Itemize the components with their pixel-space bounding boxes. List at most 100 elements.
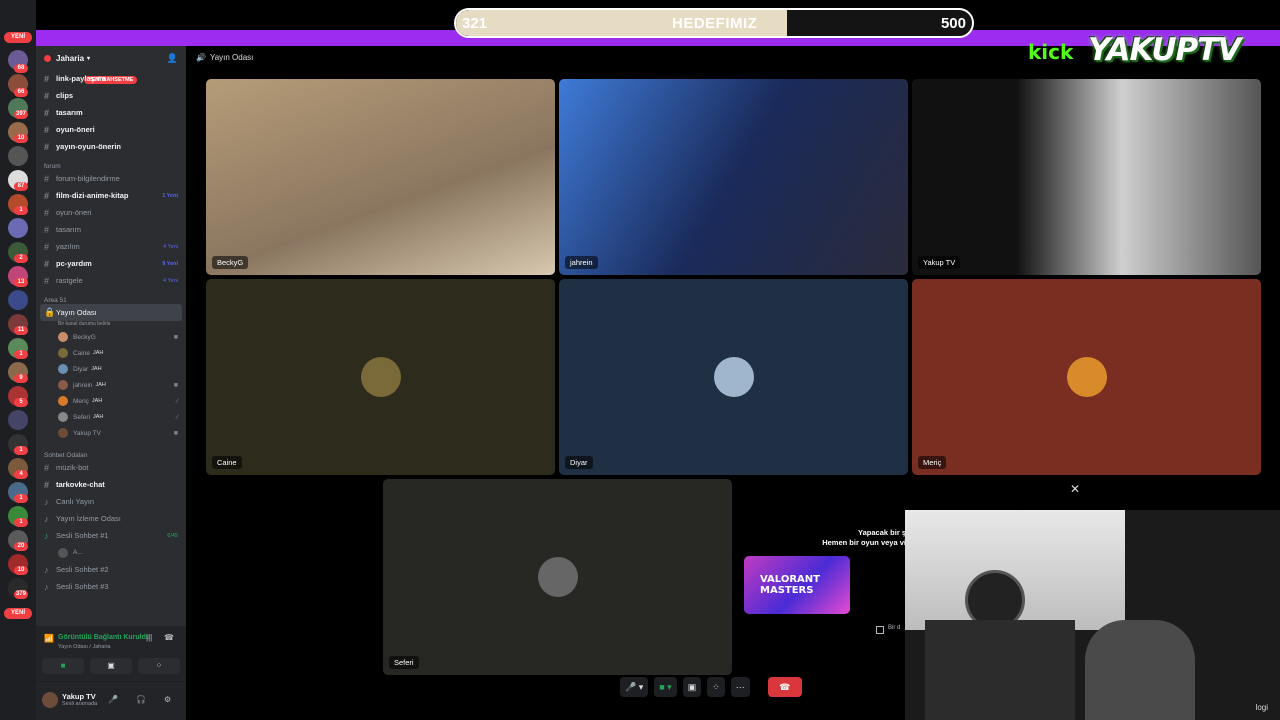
activity-button[interactable]: ⁘ <box>707 677 725 697</box>
unread-badge: 1 <box>14 350 28 359</box>
signal-icon[interactable]: 📶 <box>44 634 54 643</box>
member-name: Yakup TV <box>73 429 101 437</box>
server-header[interactable]: Jaharia ▾ 👤 <box>36 46 186 70</box>
channel-status[interactable]: Bir kanal durumu belirle <box>36 321 186 329</box>
server-icon[interactable] <box>8 290 28 310</box>
channel-tasarim-forum[interactable]: # tasarım <box>36 221 186 238</box>
add-user-icon[interactable]: 👤 <box>167 53 178 64</box>
valorant-promo-card[interactable]: VALORANT MASTERS <box>744 556 850 614</box>
avatar[interactable] <box>42 692 58 708</box>
voice-member[interactable]: Diyar JAH <box>36 361 186 377</box>
member-tag: JAH <box>91 366 102 372</box>
category-area51[interactable]: Area 51 <box>36 289 186 304</box>
dont-show-checkbox[interactable] <box>876 626 884 634</box>
channel-yayin-izleme[interactable]: ♪ Yayın İzleme Odası <box>36 510 186 527</box>
channel-film-dizi-anime-kitap[interactable]: # film-dizi-anime-kitap 1 Yeni <box>36 187 186 204</box>
channel-yazilim[interactable]: # yazılım 4 Yeni <box>36 238 186 255</box>
channel-label: pc-yardım <box>56 259 92 268</box>
call-title-text: Yayın Odası <box>209 53 254 62</box>
channel-sesli-sohbet-1[interactable]: ♪ Sesli Sohbet #1 6/45 <box>36 527 186 544</box>
disconnect-icon[interactable]: ☎ <box>164 633 174 642</box>
channel-yayin-odasi[interactable]: 🔒 Yayın Odası <box>40 304 182 321</box>
category-sohbet[interactable]: Sohbet Odaları <box>36 441 186 459</box>
new-pill-top[interactable]: YENİ <box>4 32 32 43</box>
channel-label: forum-bilgilendirme <box>56 174 120 183</box>
camera-icon: ■ <box>173 333 178 341</box>
hangup-button[interactable]: ☎ <box>767 677 802 697</box>
voice-location[interactable]: Yayın Odası / Jaharia <box>58 644 110 650</box>
headset-icon[interactable]: 🎧 <box>136 695 146 704</box>
unread-badge: 1 <box>14 494 28 503</box>
video-tile-beckyg[interactable]: BeckyG <box>206 79 555 275</box>
channel-rastgele[interactable]: # rastgele 4 Yeni <box>36 272 186 289</box>
channel-oyun-oneri[interactable]: # oyun-öneri <box>36 121 186 138</box>
goal-target: 500 <box>940 15 966 32</box>
channel-label: Sesli Sohbet #1 <box>56 531 109 540</box>
close-icon[interactable]: ✕ <box>1070 482 1080 496</box>
channel-oyun-oneri-forum[interactable]: # oyun-öneri <box>36 204 186 221</box>
mic-button[interactable]: 🎤 ▾ <box>620 677 649 697</box>
tile-label: Seferi <box>389 656 419 669</box>
video-tile-yakuptv[interactable]: Yakup TV <box>912 79 1261 275</box>
channel-forum-bilgilendirme[interactable]: # forum-bilgilendirme <box>36 170 186 187</box>
server-icon[interactable] <box>8 146 28 166</box>
channel-sesli-sohbet-2[interactable]: ♪ Sesli Sohbet #2 <box>36 561 186 578</box>
voice-member[interactable]: Meriç JAH ⁄ <box>36 393 186 409</box>
activity-button[interactable]: ⁘ <box>138 658 180 674</box>
screen-share-button[interactable]: ▣ <box>682 677 702 697</box>
member-name: jahrein <box>73 381 93 389</box>
goal-bar: 321 HEDEFIMIZ 500 <box>454 8 974 38</box>
new-count: 1 Yeni <box>162 192 178 199</box>
video-tile-seferi[interactable]: Seferi <box>383 479 732 675</box>
noise-icon[interactable]: ||| <box>146 633 152 642</box>
channel-clips[interactable]: # clips <box>36 87 186 104</box>
more-icon[interactable]: ⋯ <box>730 677 750 697</box>
channel-tasarim[interactable]: # tasarım <box>36 104 186 121</box>
forum-icon: # <box>44 258 50 269</box>
unread-badge: 87 <box>14 182 28 191</box>
avatar <box>58 380 68 390</box>
video-tile-caine[interactable]: Caine <box>206 279 555 475</box>
channel-label: rastgele <box>56 276 83 285</box>
mic-icon[interactable]: 🎤 <box>108 695 118 704</box>
server-icon[interactable] <box>8 218 28 238</box>
unread-badge: 20 <box>14 542 28 551</box>
user-count: 6/45 <box>167 532 178 539</box>
member-name: Diyar <box>73 365 89 373</box>
voice-member[interactable]: BeckyG ■ <box>36 329 186 345</box>
channel-link-paylasimi[interactable]: # link-paylaşımı <box>36 70 186 87</box>
channel-sesli-sohbet-3[interactable]: ♪ Sesli Sohbet #3 <box>36 578 186 595</box>
voice-member[interactable]: Seferi JAH ⁄ <box>36 409 186 425</box>
voice-member[interactable]: Caine JAH <box>36 345 186 361</box>
video-tile-meric[interactable]: Meriç <box>912 279 1261 475</box>
new-pill-bottom[interactable]: YENİ <box>4 608 32 619</box>
camera-button[interactable]: ■ <box>42 658 84 674</box>
server-name: Jaharia <box>56 53 85 63</box>
category-forum[interactable]: forum <box>36 155 186 170</box>
channel-tarkovke-chat[interactable]: # tarkovke-chat <box>36 476 186 493</box>
channel-pc-yardim[interactable]: # pc-yardım 9 Yeni <box>36 255 186 272</box>
channel-canli-yayin[interactable]: ♪ Canlı Yayın <box>36 493 186 510</box>
voice-status: Görüntülü Bağlantı Kuruldu <box>58 634 151 641</box>
camera-button[interactable]: ■ ▾ <box>654 677 677 697</box>
voice-member[interactable]: Yakup TV ■ <box>36 425 186 441</box>
channel-label: Yayın İzleme Odası <box>56 514 121 523</box>
video-tile-jahrein[interactable]: jahrein <box>559 79 908 275</box>
user-name[interactable]: Yakup TV <box>62 692 96 701</box>
gear-icon[interactable]: ⚙ <box>164 695 171 704</box>
video-tile-diyar[interactable]: Diyar <box>559 279 908 475</box>
avatar <box>58 396 68 406</box>
channel-muzik-bot[interactable]: # müzik-bot <box>36 459 186 476</box>
voice-member[interactable]: jahrein JAH ■ <box>36 377 186 393</box>
unread-badge: 10 <box>14 134 28 143</box>
tile-label: BeckyG <box>212 256 249 269</box>
goal-label: HEDEFIMIZ <box>672 15 758 32</box>
server-icon[interactable] <box>8 410 28 430</box>
channel-sidebar: Jaharia ▾ 👤 YENİ BAHSETME # link-paylaşım… <box>36 46 186 720</box>
promo-game-label: VALORANT MASTERS <box>760 574 820 596</box>
voice-member[interactable]: A... <box>36 544 186 561</box>
channel-yayin-oyun-onerin[interactable]: # yayın-oyun-önerin <box>36 138 186 155</box>
channel-label: Sesli Sohbet #3 <box>56 582 109 591</box>
screen-share-button[interactable]: ▣ <box>90 658 132 674</box>
hash-icon: # <box>44 107 50 118</box>
